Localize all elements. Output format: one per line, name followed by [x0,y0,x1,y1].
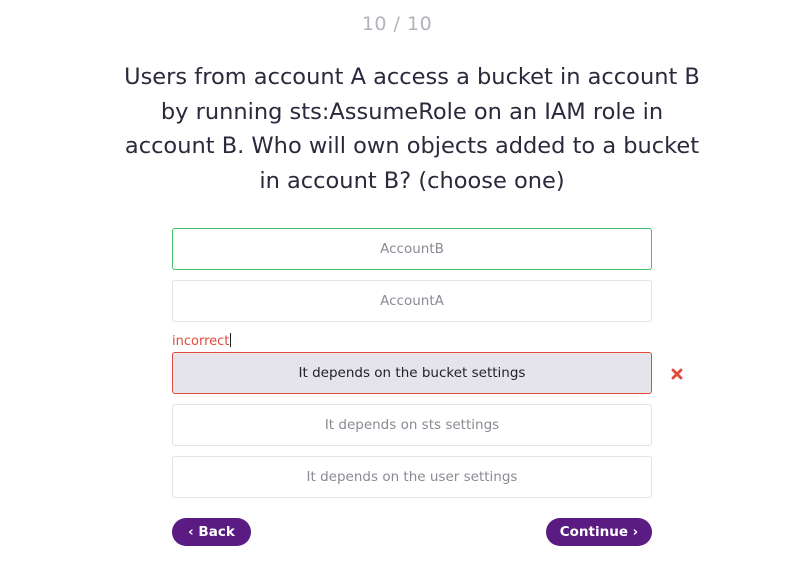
question-progress: 10 / 10 [361,13,433,35]
answer-option-bucket-settings[interactable]: It depends on the bucket settings [172,352,652,394]
answer-option-user-settings[interactable]: It depends on the user settings [172,456,652,498]
answer-option-label: It depends on the bucket settings [298,365,526,381]
answer-option-accountb[interactable]: AccountB [172,228,652,270]
quiz-page: 10 / 10 Users from account A access a bu… [0,0,794,579]
close-icon [671,368,683,380]
text-caret [230,333,232,347]
answer-option-accounta[interactable]: AccountA [172,280,652,322]
answer-option-label: AccountB [380,241,444,257]
incorrect-feedback: incorrect [172,333,232,349]
question-text: Users from account A access a bucket in … [124,64,700,194]
continue-button[interactable]: Continue › [546,518,652,546]
answer-option-sts-settings[interactable]: It depends on sts settings [172,404,652,446]
answer-option-label: It depends on the user settings [306,469,518,485]
answer-option-label: It depends on sts settings [324,417,500,433]
answer-option-label: AccountA [380,293,444,309]
back-button[interactable]: ‹ Back [172,518,251,546]
feedback-text: incorrect [172,334,230,349]
